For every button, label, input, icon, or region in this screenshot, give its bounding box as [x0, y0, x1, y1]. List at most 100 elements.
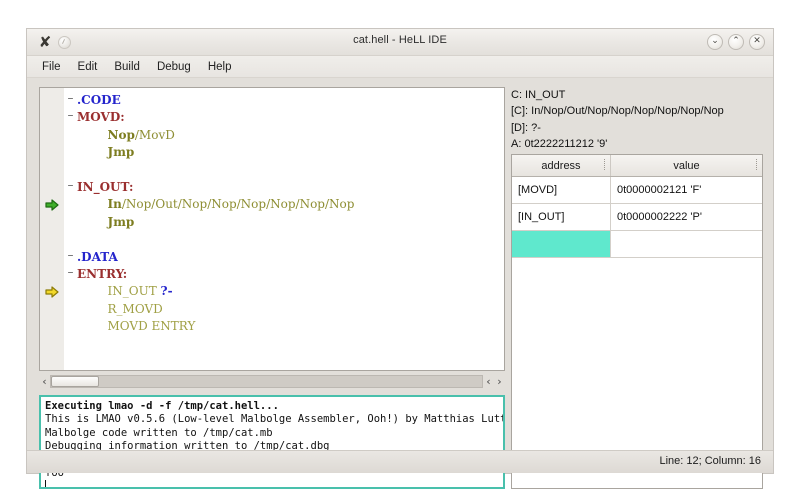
execution-pointer-icon [45, 199, 59, 211]
close-icon: ✕ [753, 36, 761, 46]
maximize-button[interactable]: ⌃ [728, 34, 744, 50]
scroll-next-icon[interactable]: › [494, 374, 505, 389]
menu-item-build[interactable]: Build [106, 59, 149, 75]
code-token: ?- [160, 284, 173, 299]
column-resize-handle[interactable] [604, 159, 607, 170]
scrollbar-thumb[interactable] [51, 376, 99, 387]
code-line: Nop/MovD [77, 127, 504, 144]
code-token: Nop [107, 127, 135, 142]
fold-toggle-icon[interactable] [66, 252, 75, 261]
register-row: [C]: In/Nop/Out/Nop/Nop/Nop/Nop/Nop/Nop [511, 103, 763, 119]
code-token: In [107, 197, 122, 212]
register-key: [C]: [511, 105, 529, 118]
cell-address[interactable]: [IN_OUT] [512, 203, 611, 231]
code-token: ENTRY: [77, 266, 128, 281]
cell-value[interactable]: 0t0000002222 'P' [610, 203, 762, 231]
code-line: In/Nop/Out/Nop/Nop/Nop/Nop/Nop/Nop [77, 196, 504, 213]
code-token: Jmp [107, 145, 135, 160]
code-line: Jmp [77, 144, 504, 161]
register-value: 0t2222211212 '9' [521, 137, 608, 150]
code-line: ENTRY: [77, 266, 504, 283]
code-line: MOVD ENTRY [77, 318, 504, 335]
code-line: R_MOVD [77, 301, 504, 318]
main-area: .CODE MOVD: Nop/MovD Jmp IN_OUT: In/Nop/O… [27, 78, 773, 489]
editor-gutter[interactable] [40, 88, 65, 370]
debug-panel: C: IN_OUT [C]: In/Nop/Out/Nop/Nop/Nop/Nop… [511, 87, 763, 489]
code-line: IN_OUT: [77, 179, 504, 196]
cell-address[interactable] [512, 230, 611, 258]
code-token: /Nop/Out/Nop/Nop/Nop/Nop/Nop/Nop [121, 197, 355, 212]
code-line: .CODE [77, 92, 504, 109]
screenshot-root: ✘ cat.hell - HeLL IDE ⌄ ⌃ ✕ File Edit Bu… [0, 0, 800, 503]
register-list: C: IN_OUT [C]: In/Nop/Out/Nop/Nop/Nop/Nop… [511, 87, 763, 152]
fold-toggle-icon[interactable] [66, 269, 75, 278]
menu-bar: File Edit Build Debug Help [27, 56, 773, 78]
editor-code-text[interactable]: .CODE MOVD: Nop/MovD Jmp IN_OUT: In/Nop/O… [77, 92, 504, 370]
scroll-left-icon[interactable]: ‹ [39, 374, 50, 389]
code-token: Jmp [107, 214, 135, 229]
memory-table-panel[interactable]: address value [MOVD] 0t0000002121 'F' [IN_… [511, 154, 763, 489]
code-line: IN_OUT ?- [77, 283, 504, 300]
data-pointer-icon [45, 286, 59, 298]
column-header-address-label: address [541, 159, 581, 172]
code-token: .CODE [77, 93, 121, 107]
fold-toggle-icon[interactable] [66, 182, 75, 191]
code-line: MOVD: [77, 109, 504, 126]
console-line: This is LMAO v0.5.6 (Low-level Malbolge … [45, 413, 505, 426]
table-row[interactable]: [MOVD] 0t0000002121 'F' [512, 176, 762, 204]
editor-horizontal-scrollbar[interactable]: ‹ ‹ › [39, 374, 505, 389]
code-token: R_MOVD [107, 301, 163, 316]
output-console[interactable]: Executing lmao -d -f /tmp/cat.hell... Thi… [39, 395, 505, 489]
register-value: IN_OUT [522, 89, 566, 101]
status-bar: Line: 12; Column: 16 [27, 450, 773, 473]
register-key: C: [511, 89, 522, 101]
scroll-prev-icon[interactable]: ‹ [483, 374, 494, 389]
register-key: [D]: [511, 121, 529, 134]
console-line: Malbolge code written to /tmp/cat.mb [45, 426, 273, 439]
register-row: C: IN_OUT [511, 87, 763, 103]
column-header-value-label: value [673, 159, 700, 172]
memory-table[interactable]: address value [MOVD] 0t0000002121 'F' [IN_… [512, 155, 762, 258]
code-token: IN_OUT: [77, 179, 134, 194]
window-controls: ⌄ ⌃ ✕ [707, 34, 765, 50]
fold-toggle-icon[interactable] [66, 95, 75, 104]
register-value: ?- [528, 121, 541, 134]
code-line: Jmp [77, 214, 504, 231]
title-bar: ✘ cat.hell - HeLL IDE ⌄ ⌃ ✕ [27, 29, 773, 56]
fold-toggle-icon[interactable] [66, 112, 75, 121]
cell-value[interactable] [610, 230, 762, 258]
register-row: [D]: ?- [511, 120, 763, 136]
cell-address[interactable]: [MOVD] [512, 176, 611, 204]
application-window: ✘ cat.hell - HeLL IDE ⌄ ⌃ ✕ File Edit Bu… [26, 28, 774, 489]
register-key: A: [511, 137, 522, 150]
close-button[interactable]: ✕ [749, 34, 765, 50]
column-header-address[interactable]: address [512, 155, 611, 177]
register-row: A: 0t2222211212 '9' [511, 136, 763, 152]
menu-item-help[interactable]: Help [200, 59, 241, 75]
menu-item-debug[interactable]: Debug [149, 59, 200, 75]
console-line: Executing lmao -d -f /tmp/cat.hell... [45, 400, 279, 412]
table-row[interactable] [512, 230, 762, 258]
minimize-button[interactable]: ⌄ [707, 34, 723, 50]
column-header-value[interactable]: value [610, 155, 762, 177]
menu-item-file[interactable]: File [34, 59, 70, 75]
table-row[interactable]: [IN_OUT] 0t0000002222 'P' [512, 203, 762, 231]
window-title: cat.hell - HeLL IDE [353, 34, 447, 46]
column-resize-handle[interactable] [756, 159, 759, 170]
menu-item-edit[interactable]: Edit [70, 59, 107, 75]
editor-fold-column[interactable] [64, 88, 77, 370]
cell-value[interactable]: 0t0000002121 'F' [610, 176, 762, 204]
code-token: .DATA [77, 249, 118, 264]
table-header-row: address value [512, 155, 762, 177]
code-token: MOVD: [77, 110, 125, 125]
scrollbar-track[interactable] [50, 375, 483, 388]
code-editor[interactable]: .CODE MOVD: Nop/MovD Jmp IN_OUT: In/Nop/O… [39, 87, 505, 371]
chevron-up-icon: ⌃ [732, 36, 740, 46]
